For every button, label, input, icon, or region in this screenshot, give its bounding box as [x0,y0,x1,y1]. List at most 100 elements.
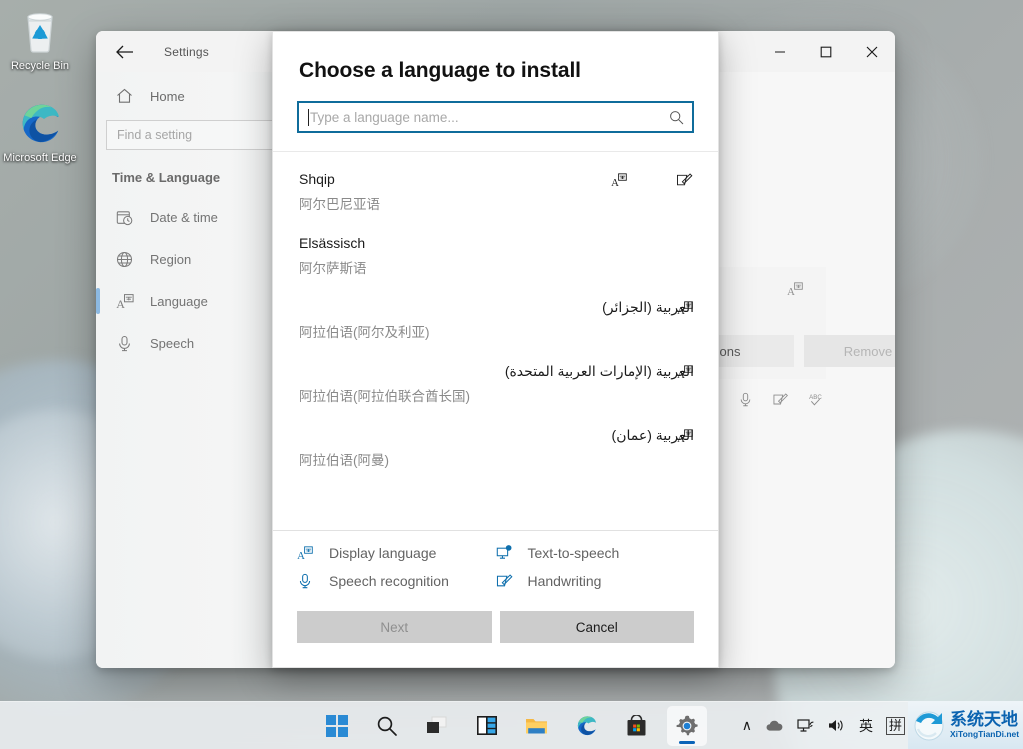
svg-text:A: A [677,369,685,380]
volume-icon[interactable] [828,718,846,733]
svg-text:A: A [611,177,619,188]
settings-button[interactable] [666,705,707,746]
text-to-speech-icon [496,545,514,561]
watermark: 系统天地 XiTongTianDi.net [908,701,1023,749]
back-button[interactable] [104,36,146,68]
svg-text:A: A [677,305,685,316]
display-language-icon: A [677,364,694,385]
handwriting-icon [496,573,514,589]
watermark-en: XiTongTianDi.net [950,729,1020,740]
globe-icon [116,251,138,268]
sidebar-item-home-label: Home [150,88,185,104]
language-name: Elsässisch [299,235,366,251]
display-language-icon: A [611,172,628,193]
microsoft-edge-icon [577,716,596,736]
file-explorer-button[interactable] [517,706,557,746]
ime-language-indicator[interactable]: 英 [859,716,873,736]
sidebar-item-speech[interactable]: Speech [104,323,278,363]
language-feature-icons: A [677,428,694,449]
network-icon[interactable] [797,718,815,734]
next-button[interactable]: Next [297,611,492,643]
desktop-icon-microsoft-edge[interactable]: Microsoft Edge [0,100,80,165]
minimize-button[interactable] [757,31,803,72]
desktop-icon-label-line1: Microsoft [3,152,48,164]
legend-text-to-speech: Text-to-speech [496,545,695,561]
dialog-search-wrap [273,83,718,133]
calendar-clock-icon [116,209,138,226]
legend-label: Text-to-speech [527,545,620,561]
window-title: Settings [164,44,209,59]
maximize-button[interactable] [803,31,849,72]
list-item[interactable]: Shqip 阿尔巴尼亚语 A [273,160,718,224]
close-button[interactable] [849,31,895,72]
sidebar-item-date-time[interactable]: Date & time [104,197,278,237]
microphone-icon [116,335,138,352]
gear-icon [676,715,698,735]
svg-text:A: A [116,297,125,310]
remove-button[interactable]: Remove [804,335,895,367]
microsoft-edge-icon [0,100,80,148]
widgets-button[interactable] [467,706,507,746]
sidebar-item-region[interactable]: Region [104,239,278,279]
search-icon [377,716,397,736]
microsoft-store-icon [627,714,646,735]
svg-text:ABC: ABC [809,394,822,401]
svg-text:A: A [297,550,305,561]
start-button[interactable] [317,706,357,746]
feature-legend: A Display language Text-to-speech Speech… [273,531,718,599]
microsoft-store-button[interactable] [617,706,657,746]
find-a-setting-input[interactable]: Find a setting [106,120,276,150]
language-search-input[interactable] [309,109,669,125]
minimize-icon [775,50,785,53]
task-view-button[interactable] [417,706,457,746]
sidebar-item-label: Date & time [150,209,218,225]
desktop[interactable]: Recycle Bin Microsoft Edge Settings Home… [0,0,1023,749]
language-subtitle: 阿尔巴尼亚语 [299,197,380,212]
search-button[interactable] [367,706,407,746]
legend-label: Handwriting [527,573,602,589]
language-subtitle: 阿拉伯语(阿曼) [299,453,389,468]
sidebar-item-label: Region [150,251,192,267]
handwriting-icon [773,392,789,412]
list-item[interactable]: العربية (عمان) 阿拉伯语(阿曼) A [273,416,718,480]
sidebar-item-label: Language [150,293,208,309]
handwriting-icon [676,172,694,193]
task-view-icon [426,716,446,733]
cancel-button[interactable]: Cancel [499,611,694,643]
speech-recognition-icon [297,573,315,589]
speech-recognition-icon [738,392,753,412]
display-language-icon: A [297,545,315,561]
chevron-up-icon[interactable]: ∧ [742,717,752,734]
language-subtitle: 阿尔萨斯语 [299,261,367,276]
microsoft-edge-button[interactable] [567,706,607,746]
widgets-icon [476,716,497,735]
taskbar[interactable]: ∧ 英 拼 系统天地 XiTongTianDi.net [0,701,1023,749]
language-feature-icons: A [677,300,694,321]
list-item[interactable]: العربية (الإمارات العربية المتحدة) 阿拉伯语(… [273,352,718,416]
sidebar-item-label: Speech [150,335,195,351]
onedrive-icon[interactable] [765,719,784,733]
legend-display-language: A Display language [297,545,496,561]
desktop-icon-recycle-bin[interactable]: Recycle Bin [0,8,80,73]
display-language-icon: A [787,281,804,302]
language-name: العربية (عمان) [611,427,694,443]
sidebar-item-language[interactable]: A Language [96,281,278,321]
sidebar-item-home[interactable]: Home [104,78,278,114]
ime-mode-indicator[interactable]: 拼 [885,716,905,735]
dialog-title: Choose a language to install [299,59,581,82]
system-tray: ∧ 英 拼 [742,716,905,736]
choose-language-dialog[interactable]: Choose a language to install Shqip 阿尔巴尼亚… [272,31,719,668]
language-list[interactable]: Shqip 阿尔巴尼亚语 A Elsässisch 阿尔萨斯语 العربية … [273,151,718,531]
list-item[interactable]: Elsässisch 阿尔萨斯语 [273,224,718,288]
legend-handwriting: Handwriting [496,573,695,589]
language-feature-icons: A [677,364,694,385]
language-search-box[interactable] [297,101,694,133]
home-icon [116,88,138,104]
svg-text:A: A [677,433,685,444]
search-icon[interactable] [669,110,684,125]
list-item[interactable]: العربية (الجزائر) 阿拉伯语(阿尔及利亚) A [273,288,718,352]
windows-start-icon [325,714,348,737]
svg-text:A: A [787,286,795,297]
legend-label: Display language [329,545,437,561]
back-arrow-icon [116,45,133,58]
